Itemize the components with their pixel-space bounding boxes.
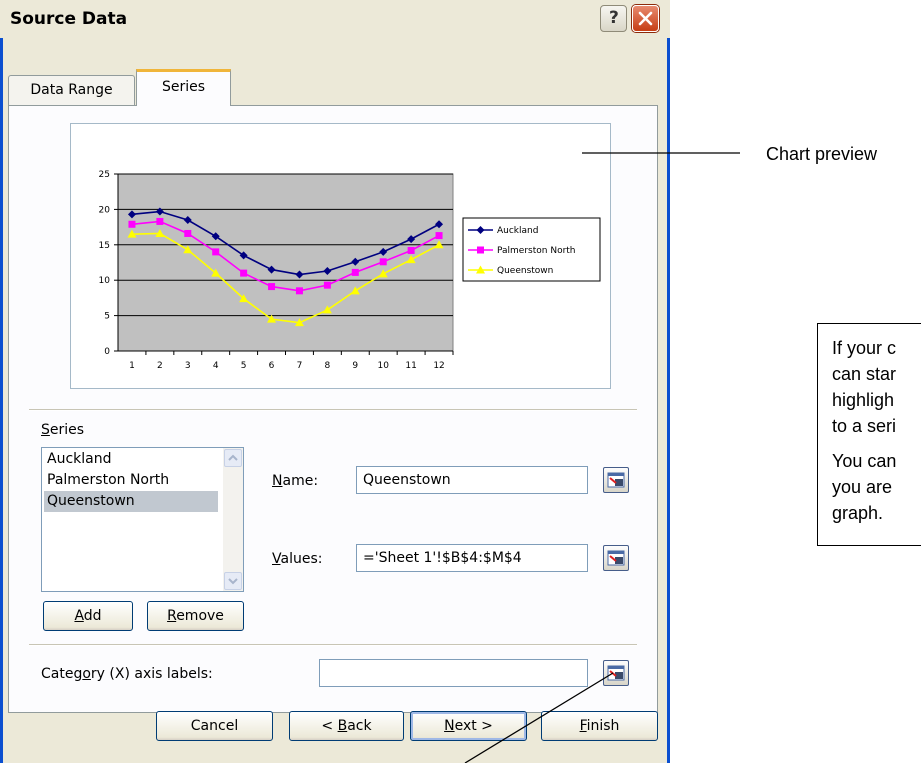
category-pointer bbox=[464, 672, 614, 763]
annotation-lines bbox=[464, 152, 740, 763]
